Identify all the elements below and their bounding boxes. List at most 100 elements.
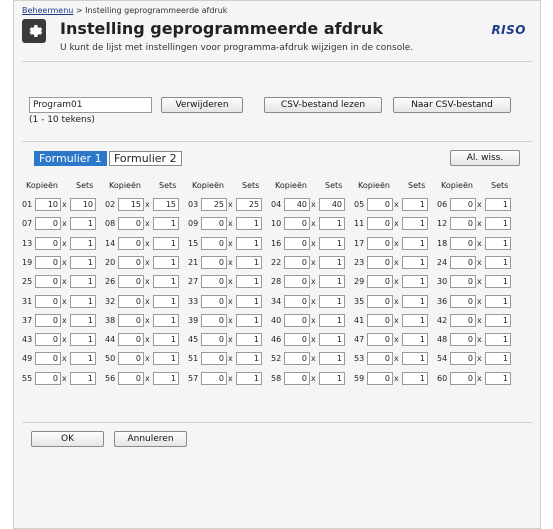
copies-input[interactable]: 0 [450, 217, 476, 231]
copies-input[interactable]: 0 [201, 275, 227, 289]
sets-input[interactable]: 1 [485, 333, 511, 347]
sets-input[interactable]: 1 [485, 255, 511, 269]
sets-input[interactable]: 1 [153, 255, 179, 269]
copies-input[interactable]: 0 [284, 352, 310, 366]
sets-input[interactable]: 1 [402, 313, 428, 327]
copies-input[interactable]: 0 [118, 294, 144, 308]
sets-input[interactable]: 1 [70, 352, 96, 366]
copies-input[interactable]: 15 [118, 198, 144, 211]
copies-input[interactable]: 0 [450, 255, 476, 269]
copies-input[interactable]: 0 [284, 217, 310, 231]
sets-input[interactable]: 1 [402, 198, 428, 211]
sets-input[interactable]: 1 [70, 313, 96, 327]
copies-input[interactable]: 0 [367, 217, 393, 231]
copies-input[interactable]: 0 [201, 371, 227, 385]
sets-input[interactable]: 1 [319, 217, 345, 231]
copies-input[interactable]: 0 [450, 333, 476, 347]
copies-input[interactable]: 25 [201, 198, 227, 211]
copies-input[interactable]: 0 [35, 352, 61, 366]
copies-input[interactable]: 0 [35, 217, 61, 231]
sets-input[interactable]: 1 [319, 352, 345, 366]
cancel-button[interactable]: Annuleren [114, 431, 187, 447]
copies-input[interactable]: 0 [35, 313, 61, 327]
sets-input[interactable]: 1 [319, 275, 345, 289]
sets-input[interactable]: 1 [402, 255, 428, 269]
copies-input[interactable]: 0 [118, 313, 144, 327]
ok-button[interactable]: OK [31, 431, 104, 447]
copies-input[interactable]: 0 [367, 333, 393, 347]
sets-input[interactable]: 1 [485, 275, 511, 289]
sets-input[interactable]: 15 [153, 198, 179, 211]
copies-input[interactable]: 0 [367, 236, 393, 250]
copies-input[interactable]: 0 [367, 352, 393, 366]
sets-input[interactable]: 1 [402, 352, 428, 366]
copies-input[interactable]: 0 [450, 313, 476, 327]
tab-form-2[interactable]: Formulier 2 [109, 151, 182, 166]
sets-input[interactable]: 1 [402, 217, 428, 231]
copies-input[interactable]: 0 [284, 255, 310, 269]
copies-input[interactable]: 0 [201, 294, 227, 308]
copies-input[interactable]: 0 [118, 217, 144, 231]
sets-input[interactable]: 1 [70, 294, 96, 308]
copies-input[interactable]: 0 [118, 333, 144, 347]
copies-input[interactable]: 0 [367, 198, 393, 211]
copies-input[interactable]: 0 [450, 294, 476, 308]
copies-input[interactable]: 0 [450, 275, 476, 289]
sets-input[interactable]: 1 [485, 294, 511, 308]
copies-input[interactable]: 0 [201, 236, 227, 250]
clear-all-button[interactable]: Al. wiss. [450, 150, 520, 166]
copies-input[interactable]: 0 [284, 333, 310, 347]
copies-input[interactable]: 0 [450, 371, 476, 385]
program-name-input[interactable]: Program01 [29, 97, 152, 113]
copies-input[interactable]: 0 [450, 198, 476, 211]
sets-input[interactable]: 1 [236, 371, 262, 385]
copies-input[interactable]: 0 [367, 371, 393, 385]
copies-input[interactable]: 0 [118, 352, 144, 366]
copies-input[interactable]: 0 [118, 371, 144, 385]
sets-input[interactable]: 1 [402, 333, 428, 347]
sets-input[interactable]: 1 [236, 236, 262, 250]
sets-input[interactable]: 1 [153, 313, 179, 327]
copies-input[interactable]: 10 [35, 198, 61, 211]
sets-input[interactable]: 1 [319, 333, 345, 347]
copies-input[interactable]: 0 [284, 294, 310, 308]
copies-input[interactable]: 0 [35, 333, 61, 347]
sets-input[interactable]: 1 [236, 313, 262, 327]
sets-input[interactable]: 1 [153, 275, 179, 289]
copies-input[interactable]: 0 [284, 236, 310, 250]
sets-input[interactable]: 1 [70, 236, 96, 250]
copies-input[interactable]: 40 [284, 198, 310, 211]
sets-input[interactable]: 1 [485, 371, 511, 385]
sets-input[interactable]: 1 [70, 275, 96, 289]
sets-input[interactable]: 1 [236, 352, 262, 366]
sets-input[interactable]: 1 [153, 371, 179, 385]
copies-input[interactable]: 0 [201, 333, 227, 347]
sets-input[interactable]: 1 [319, 294, 345, 308]
sets-input[interactable]: 1 [319, 236, 345, 250]
copies-input[interactable]: 0 [284, 275, 310, 289]
sets-input[interactable]: 1 [485, 352, 511, 366]
sets-input[interactable]: 1 [236, 275, 262, 289]
sets-input[interactable]: 1 [153, 236, 179, 250]
delete-button[interactable]: Verwijderen [161, 97, 243, 113]
sets-input[interactable]: 1 [236, 333, 262, 347]
sets-input[interactable]: 1 [402, 275, 428, 289]
tab-form-1[interactable]: Formulier 1 [34, 151, 107, 166]
copies-input[interactable]: 0 [284, 313, 310, 327]
sets-input[interactable]: 1 [153, 352, 179, 366]
sets-input[interactable]: 1 [402, 294, 428, 308]
copies-input[interactable]: 0 [367, 294, 393, 308]
sets-input[interactable]: 25 [236, 198, 262, 211]
sets-input[interactable]: 1 [236, 294, 262, 308]
sets-input[interactable]: 1 [70, 217, 96, 231]
copies-input[interactable]: 0 [367, 275, 393, 289]
sets-input[interactable]: 1 [319, 255, 345, 269]
copies-input[interactable]: 0 [201, 352, 227, 366]
breadcrumb-link-admin-menu[interactable]: Beheermenu [22, 6, 73, 15]
sets-input[interactable]: 1 [153, 217, 179, 231]
sets-input[interactable]: 1 [319, 371, 345, 385]
copies-input[interactable]: 0 [201, 217, 227, 231]
copies-input[interactable]: 0 [35, 294, 61, 308]
sets-input[interactable]: 1 [236, 217, 262, 231]
copies-input[interactable]: 0 [118, 255, 144, 269]
